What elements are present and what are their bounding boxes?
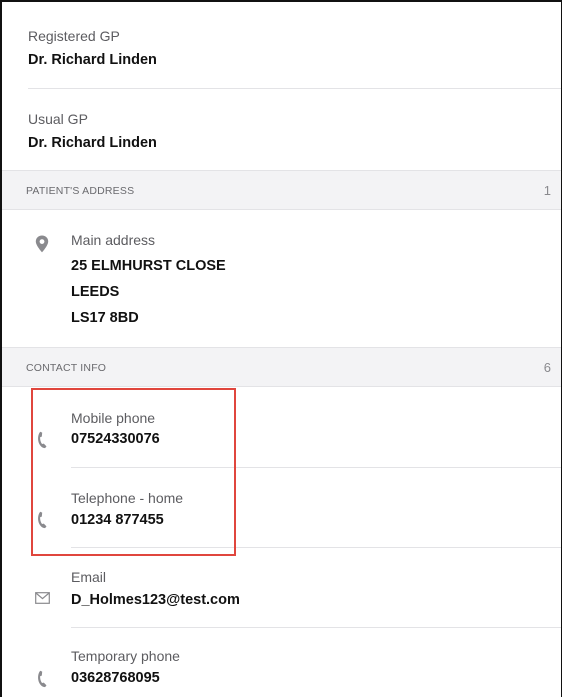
address-label: Main address (71, 232, 156, 248)
contact-label: Email (71, 569, 107, 585)
divider (28, 88, 561, 89)
phone-icon (38, 670, 47, 688)
registered-gp-value: Dr. Richard Linden (28, 52, 157, 68)
section-count: 1 (543, 183, 551, 198)
section-title: CONTACT INFO (26, 362, 107, 374)
section-count: 6 (543, 360, 551, 375)
contact-label: Temporary phone (71, 648, 180, 664)
section-title: PATIENT'S ADDRESS (26, 185, 135, 197)
address-line-1: 25 ELMHURST CLOSE (71, 258, 226, 274)
location-pin-icon (35, 235, 49, 253)
address-line-3: LS17 8BD (71, 310, 139, 326)
patient-detail-panel: Registered GP Dr. Richard Linden Usual G… (0, 0, 562, 697)
highlight-box (31, 388, 236, 556)
section-header-contact: CONTACT INFO 6 (2, 347, 561, 387)
contact-value: 03628768095 (71, 670, 160, 686)
address-line-2: LEEDS (71, 284, 120, 300)
registered-gp-label: Registered GP (28, 28, 120, 44)
divider (71, 627, 561, 628)
contact-value: D_Holmes123@test.com (71, 592, 240, 608)
section-header-address: PATIENT'S ADDRESS 1 (2, 170, 561, 210)
usual-gp-label: Usual GP (28, 111, 88, 127)
usual-gp-value: Dr. Richard Linden (28, 135, 157, 151)
mail-icon (35, 592, 50, 604)
